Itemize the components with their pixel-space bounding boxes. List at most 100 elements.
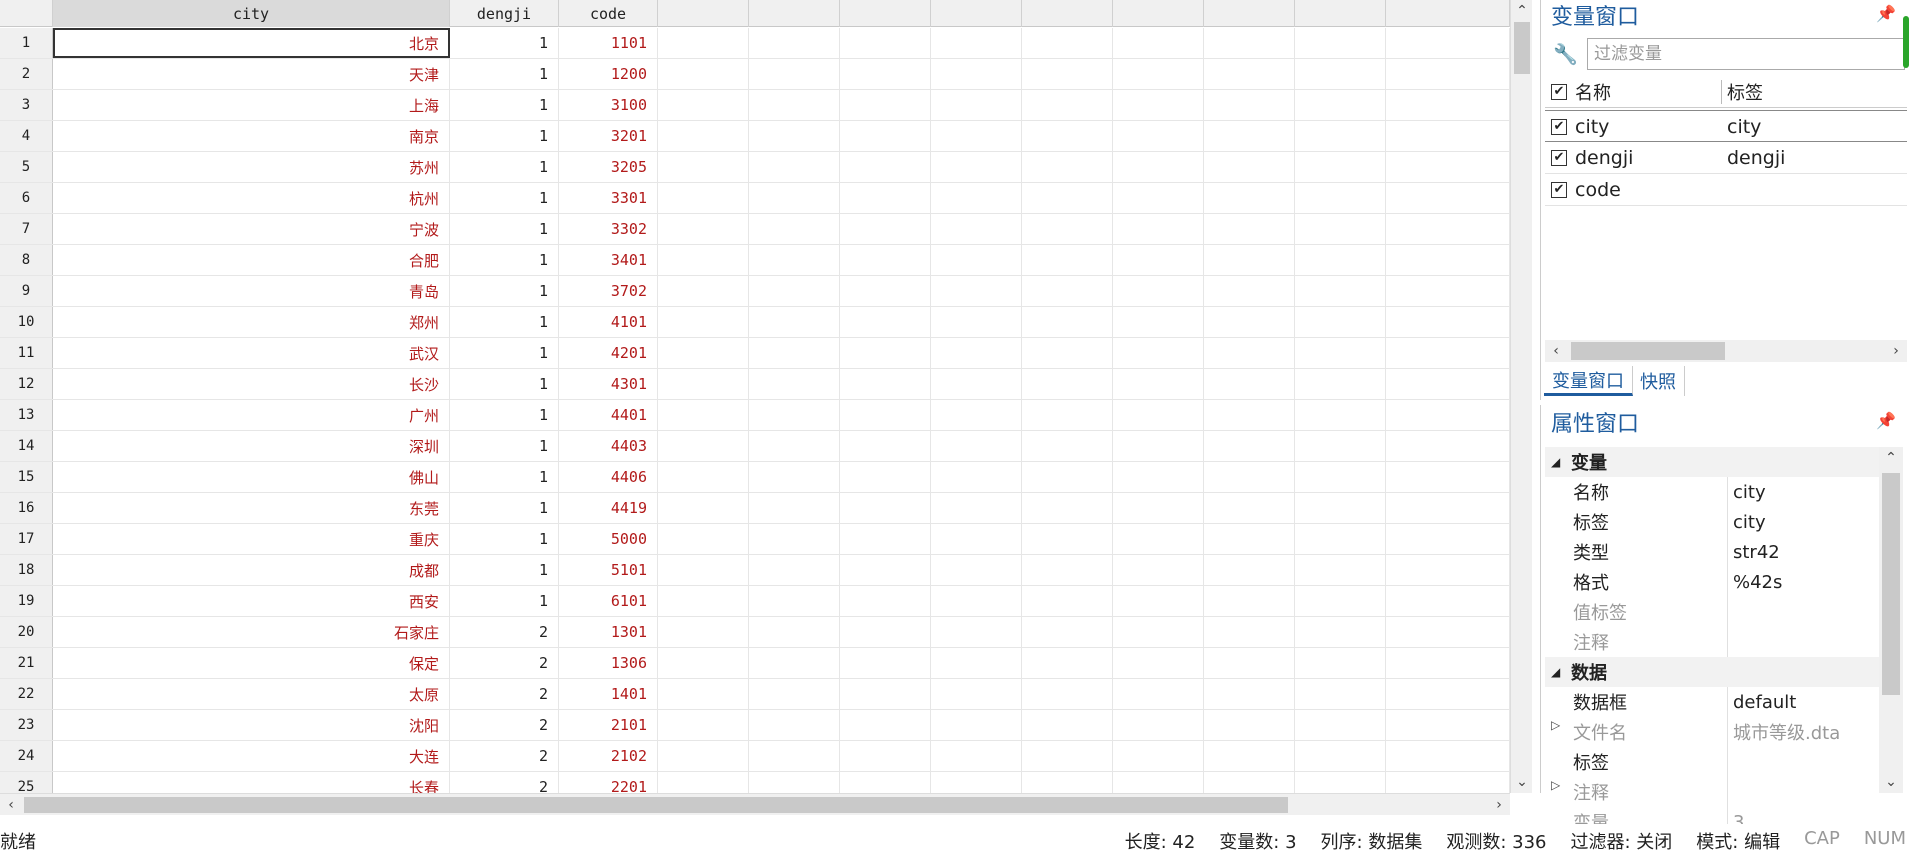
pin-icon[interactable]: 📌: [1876, 4, 1896, 23]
cell-city[interactable]: 青岛: [53, 276, 450, 306]
row-number[interactable]: 23: [0, 710, 53, 740]
cell-empty[interactable]: [1113, 617, 1204, 647]
cell-empty[interactable]: [749, 648, 840, 678]
property-value[interactable]: str42: [1733, 537, 1780, 567]
cell-empty[interactable]: [1204, 214, 1295, 244]
row-number[interactable]: 7: [0, 214, 53, 244]
table-row[interactable]: 18 成都 1 5101: [0, 555, 1510, 586]
cell-empty[interactable]: [658, 245, 749, 275]
cell-empty[interactable]: [1386, 648, 1510, 678]
table-row[interactable]: 4 南京 1 3201: [0, 121, 1510, 152]
cell-city[interactable]: 太原: [53, 679, 450, 709]
cell-empty[interactable]: [658, 741, 749, 771]
cell-empty[interactable]: [931, 183, 1022, 213]
cell-empty[interactable]: [749, 524, 840, 554]
cell-empty[interactable]: [1204, 152, 1295, 182]
cell-code[interactable]: 4101: [559, 307, 658, 337]
cell-empty[interactable]: [1022, 555, 1113, 585]
cell-code[interactable]: 5000: [559, 524, 658, 554]
cell-empty[interactable]: [1295, 555, 1386, 585]
cell-empty[interactable]: [840, 28, 931, 58]
cell-code[interactable]: 1200: [559, 59, 658, 89]
scroll-down-icon[interactable]: ⌄: [1879, 771, 1903, 793]
table-row[interactable]: 9 青岛 1 3702: [0, 276, 1510, 307]
filter-variables-input[interactable]: [1587, 38, 1905, 70]
cell-empty[interactable]: [840, 276, 931, 306]
cell-empty[interactable]: [1113, 462, 1204, 492]
cell-dengji[interactable]: 1: [450, 462, 559, 492]
property-row[interactable]: 注释: [1567, 627, 1879, 657]
cell-code[interactable]: 4403: [559, 431, 658, 461]
cell-empty[interactable]: [1022, 369, 1113, 399]
property-row[interactable]: 类型 str42: [1567, 537, 1879, 567]
cell-empty[interactable]: [931, 710, 1022, 740]
pin-icon[interactable]: 📌: [1876, 411, 1896, 430]
cell-code[interactable]: 3702: [559, 276, 658, 306]
cell-empty[interactable]: [931, 214, 1022, 244]
cell-empty[interactable]: [840, 338, 931, 368]
cell-empty[interactable]: [658, 59, 749, 89]
row-number[interactable]: 4: [0, 121, 53, 151]
cell-dengji[interactable]: 1: [450, 369, 559, 399]
cell-empty[interactable]: [1204, 276, 1295, 306]
cell-empty[interactable]: [749, 245, 840, 275]
row-number[interactable]: 22: [0, 679, 53, 709]
cell-empty[interactable]: [749, 338, 840, 368]
cell-empty[interactable]: [1386, 462, 1510, 492]
cell-empty[interactable]: [1022, 152, 1113, 182]
cell-empty[interactable]: [931, 28, 1022, 58]
cell-empty[interactable]: [1022, 59, 1113, 89]
cell-empty[interactable]: [749, 214, 840, 244]
row-number[interactable]: 2: [0, 59, 53, 89]
cell-empty[interactable]: [931, 338, 1022, 368]
cell-dengji[interactable]: 1: [450, 431, 559, 461]
cell-empty[interactable]: [1386, 524, 1510, 554]
cell-empty[interactable]: [749, 710, 840, 740]
cell-empty[interactable]: [1204, 338, 1295, 368]
cell-empty[interactable]: [840, 431, 931, 461]
cell-empty[interactable]: [931, 400, 1022, 430]
cell-dengji[interactable]: 1: [450, 307, 559, 337]
cell-empty[interactable]: [840, 307, 931, 337]
variables-scroll-indicator[interactable]: [1903, 16, 1909, 68]
column-header-code[interactable]: code: [559, 0, 658, 27]
table-row[interactable]: 25 长春 2 2201: [0, 772, 1510, 793]
row-number[interactable]: 3: [0, 90, 53, 120]
row-number[interactable]: 11: [0, 338, 53, 368]
column-divider[interactable]: [1721, 80, 1722, 104]
tab-snapshots[interactable]: 快照: [1632, 366, 1685, 396]
property-value[interactable]: %42s: [1733, 567, 1782, 597]
cell-empty[interactable]: [840, 493, 931, 523]
scroll-thumb[interactable]: [1882, 473, 1900, 695]
property-row[interactable]: 标签 city: [1567, 507, 1879, 537]
table-row[interactable]: 21 保定 2 1306: [0, 648, 1510, 679]
row-number[interactable]: 25: [0, 772, 53, 793]
property-row[interactable]: 标签: [1567, 747, 1879, 777]
table-row[interactable]: 8 合肥 1 3401: [0, 245, 1510, 276]
property-value[interactable]: default: [1733, 687, 1796, 717]
cell-empty[interactable]: [1113, 772, 1204, 793]
property-value[interactable]: 城市等级.dta: [1733, 717, 1840, 747]
tab-variables[interactable]: 变量窗口: [1544, 366, 1633, 396]
cell-empty[interactable]: [1113, 679, 1204, 709]
cell-empty[interactable]: [749, 28, 840, 58]
cell-empty[interactable]: [658, 493, 749, 523]
cell-dengji[interactable]: 2: [450, 648, 559, 678]
cell-empty[interactable]: [840, 710, 931, 740]
cell-city[interactable]: 大连: [53, 741, 450, 771]
cell-empty[interactable]: [749, 307, 840, 337]
cell-empty[interactable]: [1022, 121, 1113, 151]
cell-empty[interactable]: [658, 152, 749, 182]
cell-city[interactable]: 成都: [53, 555, 450, 585]
cell-city[interactable]: 西安: [53, 586, 450, 616]
cell-empty[interactable]: [1386, 710, 1510, 740]
cell-empty[interactable]: [1022, 710, 1113, 740]
cell-empty[interactable]: [658, 400, 749, 430]
table-row[interactable]: 20 石家庄 2 1301: [0, 617, 1510, 648]
cell-empty[interactable]: [1295, 276, 1386, 306]
cell-dengji[interactable]: 1: [450, 121, 559, 151]
cell-empty[interactable]: [658, 183, 749, 213]
cell-empty[interactable]: [1204, 617, 1295, 647]
table-row[interactable]: 7 宁波 1 3302: [0, 214, 1510, 245]
cell-dengji[interactable]: 1: [450, 400, 559, 430]
